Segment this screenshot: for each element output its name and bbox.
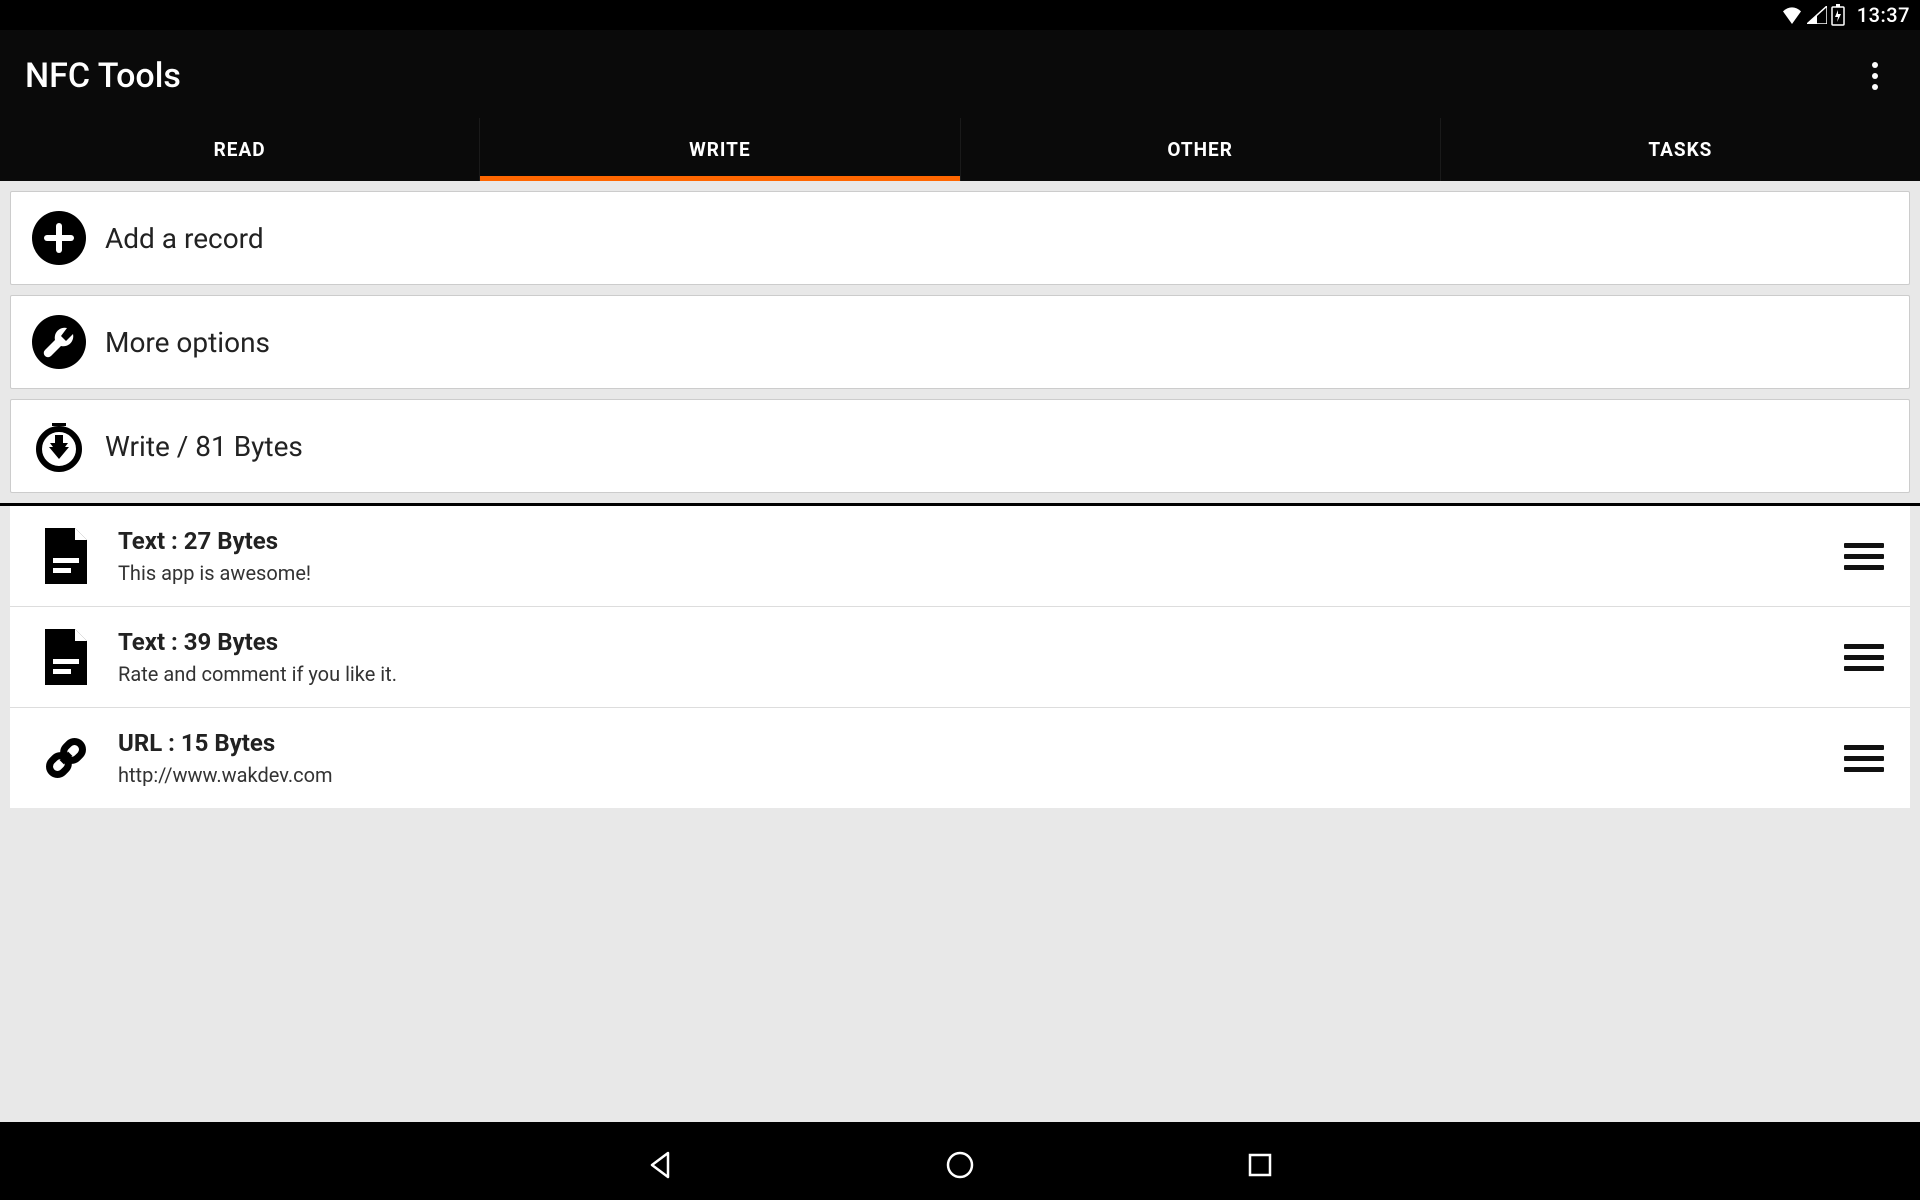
- add-record-button[interactable]: Add a record: [10, 191, 1910, 285]
- record-text: URL : 15 Bytes http://www.wakdev.com: [118, 729, 1844, 787]
- tab-label: READ: [214, 138, 266, 161]
- add-record-label: Add a record: [105, 222, 264, 255]
- record-title: Text : 39 Bytes: [118, 628, 1844, 656]
- system-navigation-bar: [0, 1130, 1920, 1200]
- title-bar: NFC Tools: [0, 30, 1920, 118]
- status-bar: 13:37: [0, 0, 1920, 30]
- back-button[interactable]: [640, 1145, 680, 1185]
- tab-tasks[interactable]: TASKS: [1441, 118, 1920, 181]
- record-list: Text : 27 Bytes This app is awesome! Tex…: [10, 506, 1910, 808]
- tab-bar: READ WRITE OTHER TASKS: [0, 118, 1920, 181]
- battery-charging-icon: [1831, 4, 1845, 26]
- text-file-icon: [36, 526, 96, 586]
- tab-other[interactable]: OTHER: [961, 118, 1441, 181]
- record-title: Text : 27 Bytes: [118, 527, 1844, 555]
- tab-label: OTHER: [1167, 138, 1233, 161]
- record-text: Text : 27 Bytes This app is awesome!: [118, 527, 1844, 585]
- write-label: Write / 81 Bytes: [105, 430, 303, 463]
- status-icons: [1781, 4, 1845, 26]
- download-circle-icon: [31, 418, 87, 474]
- record-subtitle: Rate and comment if you like it.: [118, 662, 1844, 686]
- content-area: Add a record More options Write / 81 Byt…: [0, 181, 1920, 1122]
- more-options-label: More options: [105, 326, 270, 359]
- tab-label: TASKS: [1648, 138, 1712, 161]
- more-options-button[interactable]: More options: [10, 295, 1910, 389]
- drag-handle-icon[interactable]: [1844, 536, 1884, 576]
- drag-handle-icon[interactable]: [1844, 738, 1884, 778]
- app-title: NFC Tools: [25, 56, 181, 96]
- write-button[interactable]: Write / 81 Bytes: [10, 399, 1910, 493]
- wifi-icon: [1781, 6, 1803, 24]
- plus-circle-icon: [31, 210, 87, 266]
- record-title: URL : 15 Bytes: [118, 729, 1844, 757]
- tab-write[interactable]: WRITE: [480, 118, 960, 181]
- record-item[interactable]: URL : 15 Bytes http://www.wakdev.com: [10, 708, 1910, 808]
- drag-handle-icon[interactable]: [1844, 637, 1884, 677]
- cell-signal-icon: [1807, 6, 1827, 24]
- home-button[interactable]: [940, 1145, 980, 1185]
- tab-read[interactable]: READ: [0, 118, 480, 181]
- overflow-menu-button[interactable]: [1855, 56, 1895, 96]
- record-item[interactable]: Text : 39 Bytes Rate and comment if you …: [10, 607, 1910, 708]
- text-file-icon: [36, 627, 96, 687]
- status-time: 13:37: [1857, 3, 1910, 27]
- wrench-circle-icon: [31, 314, 87, 370]
- tab-label: WRITE: [689, 138, 751, 161]
- record-subtitle: http://www.wakdev.com: [118, 763, 1844, 787]
- record-text: Text : 39 Bytes Rate and comment if you …: [118, 628, 1844, 686]
- record-subtitle: This app is awesome!: [118, 561, 1844, 585]
- record-item[interactable]: Text : 27 Bytes This app is awesome!: [10, 506, 1910, 607]
- link-icon: [36, 728, 96, 788]
- recent-apps-button[interactable]: [1240, 1145, 1280, 1185]
